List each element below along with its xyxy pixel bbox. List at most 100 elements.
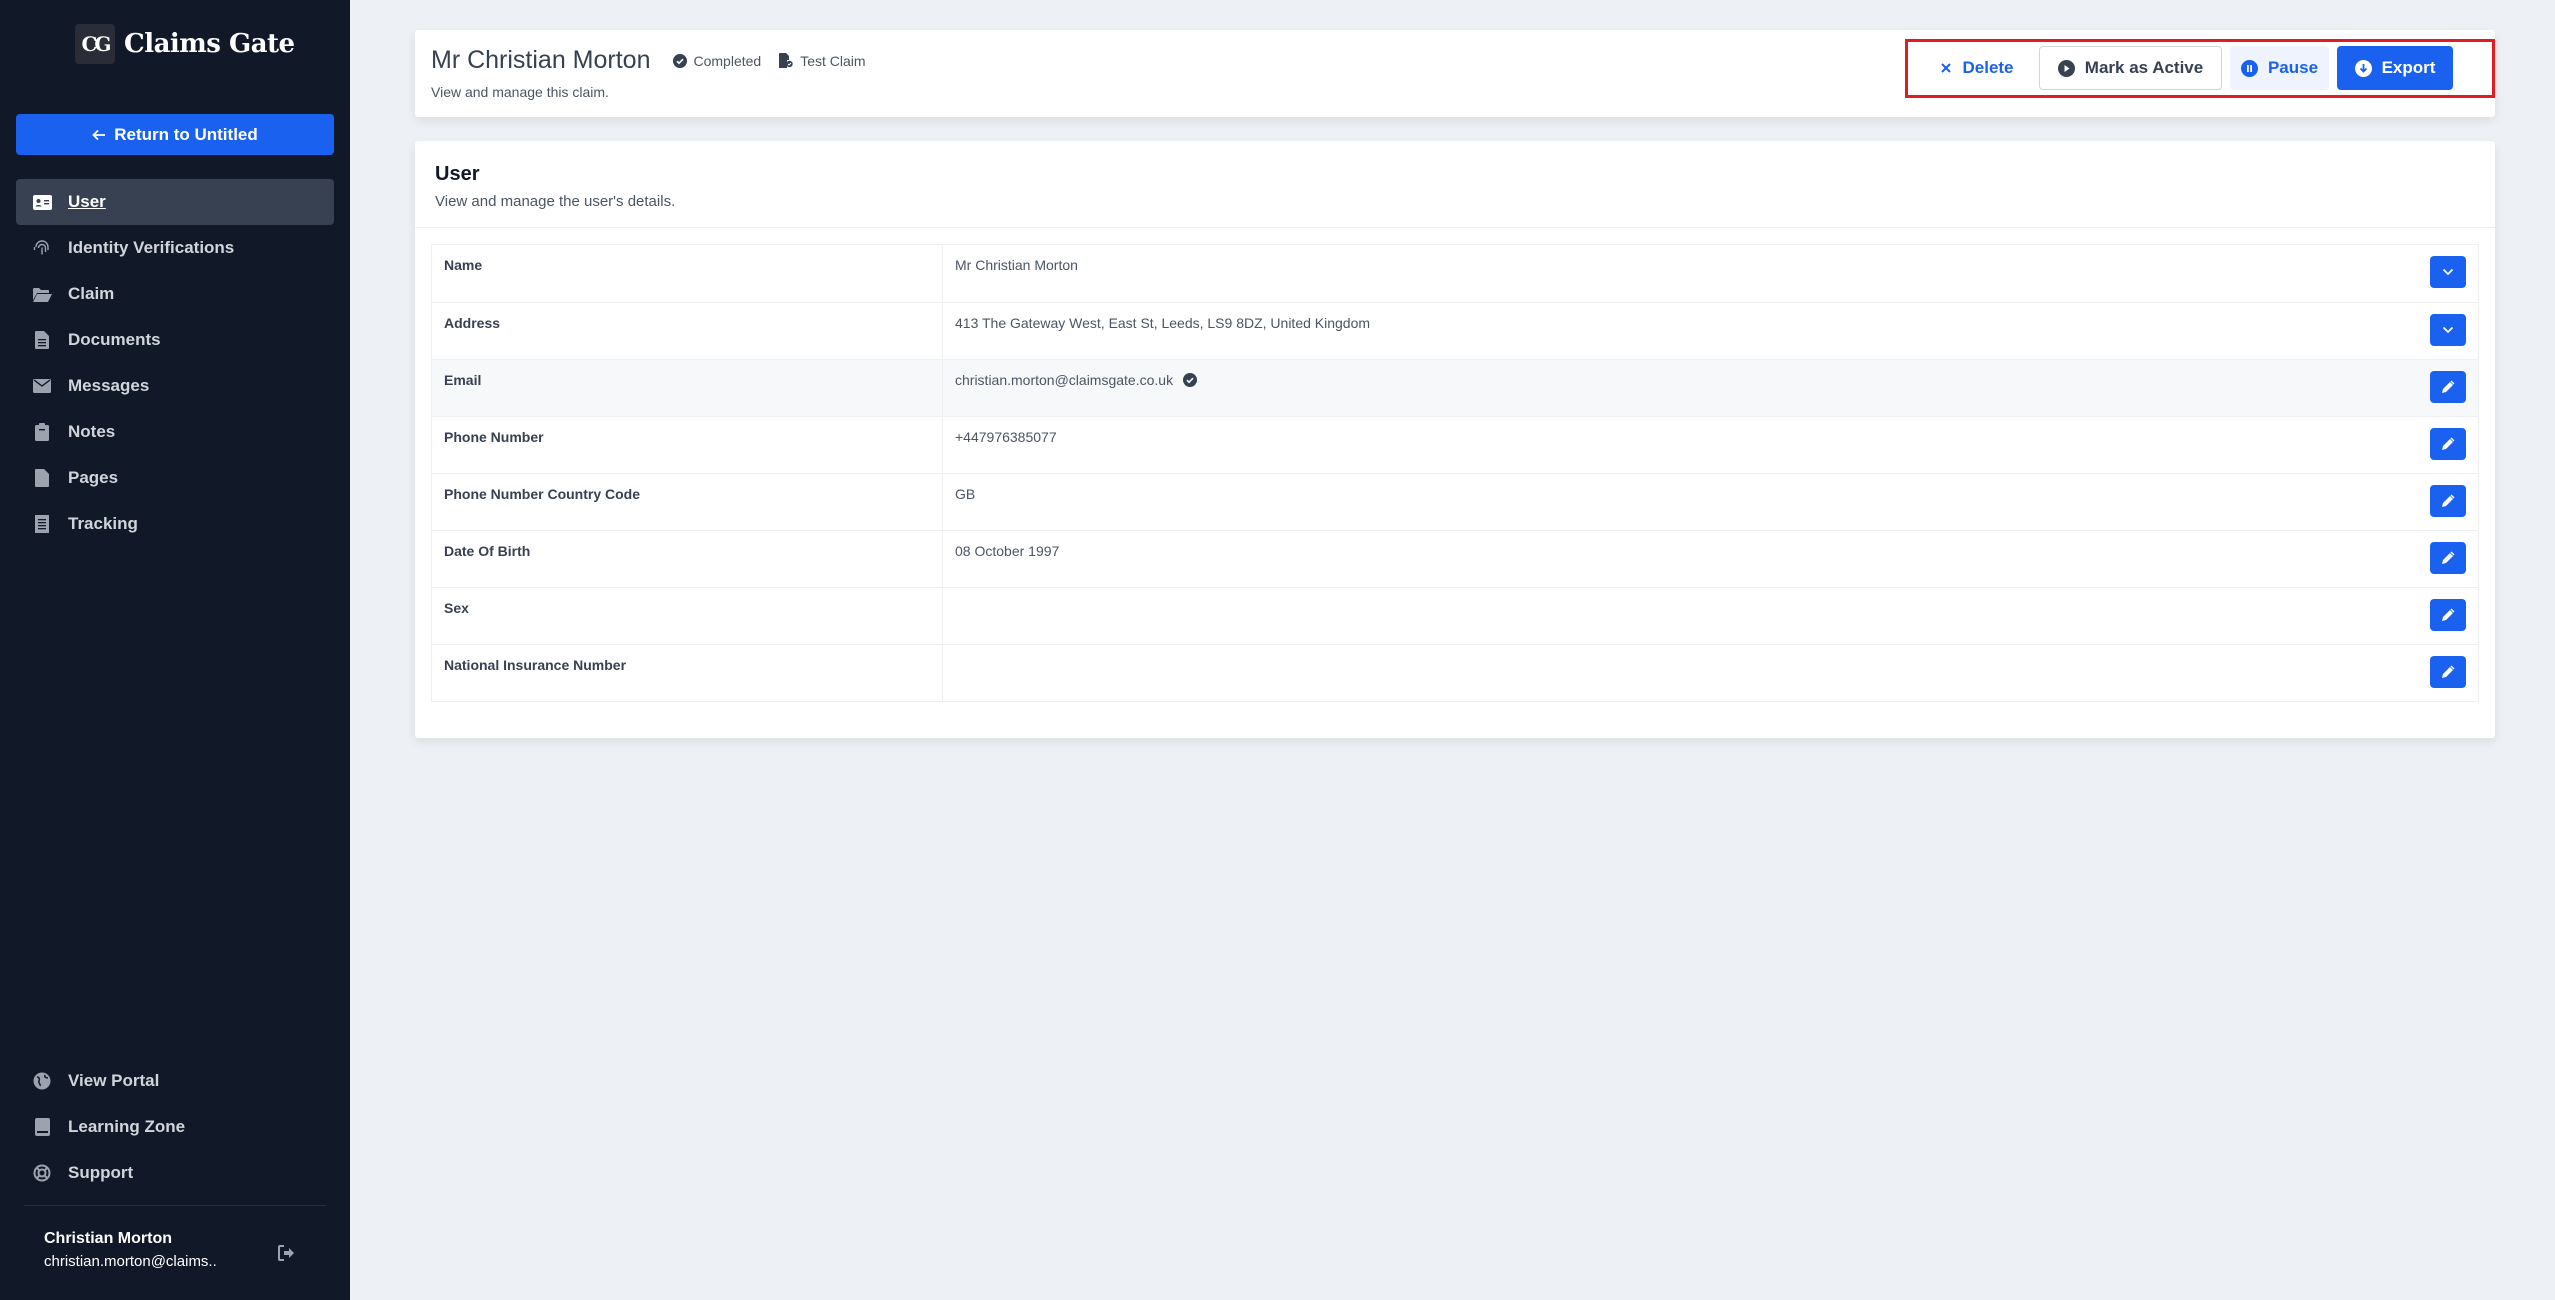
sidebar-item-identity-verifications[interactable]: Identity Verifications bbox=[16, 225, 334, 271]
pencil-icon bbox=[2442, 551, 2455, 564]
file-check-icon bbox=[779, 53, 793, 68]
row-value: 08 October 1997 bbox=[955, 543, 1060, 559]
sidebar-item-label: Support bbox=[68, 1163, 134, 1182]
section-title: User bbox=[435, 163, 480, 185]
edit-date-of-birth-button[interactable] bbox=[2430, 542, 2466, 574]
sidebar-item-label: Messages bbox=[68, 376, 150, 395]
row-value: Mr Christian Morton bbox=[955, 257, 1078, 273]
user-details-table: Name Mr Christian Morton Address 413 The… bbox=[431, 244, 2479, 702]
sidebar-item-label: Identity Verifications bbox=[68, 238, 235, 257]
claim-actions: Delete Mark as Active Pause Export bbox=[1905, 39, 2495, 98]
sidebar-bottom-nav: View Portal Learning Zone Support bbox=[16, 1058, 334, 1196]
row-label: Phone Number Country Code bbox=[432, 474, 943, 530]
arrow-left-icon bbox=[92, 129, 106, 140]
sidebar-item-tracking[interactable]: Tracking bbox=[16, 501, 334, 547]
table-row-phone-country-code: Phone Number Country Code GB bbox=[432, 473, 2478, 530]
download-circle-icon bbox=[2354, 59, 2372, 77]
mark-as-active-button[interactable]: Mark as Active bbox=[2039, 46, 2222, 90]
row-value-cell bbox=[943, 588, 2478, 644]
delete-button[interactable]: Delete bbox=[1922, 46, 2032, 90]
expand-address-button[interactable] bbox=[2430, 314, 2466, 346]
close-icon bbox=[1941, 63, 1952, 73]
pause-circle-icon bbox=[2240, 59, 2258, 77]
logout-button[interactable] bbox=[277, 1244, 295, 1262]
pencil-icon bbox=[2442, 437, 2455, 450]
sidebar-item-documents[interactable]: Documents bbox=[16, 317, 334, 363]
row-label: National Insurance Number bbox=[432, 645, 943, 701]
play-circle-icon bbox=[2057, 59, 2075, 77]
claim-type-badge: Test Claim bbox=[779, 52, 866, 69]
sidebar-item-label: User bbox=[68, 192, 106, 211]
row-value: GB bbox=[955, 486, 976, 502]
fingerprint-icon bbox=[32, 238, 52, 258]
row-label: Email bbox=[432, 360, 943, 416]
pause-label: Pause bbox=[2267, 58, 2319, 77]
pencil-icon bbox=[2442, 665, 2455, 678]
sign-out-icon bbox=[278, 1245, 294, 1261]
document-icon bbox=[32, 330, 52, 350]
row-value: christian.morton@claimsgate.co.uk bbox=[955, 372, 1174, 388]
row-value-cell: 413 The Gateway West, East St, Leeds, LS… bbox=[943, 303, 2478, 359]
edit-phone-country-code-button[interactable] bbox=[2430, 485, 2466, 517]
sidebar: CG Claims Gate Return to Untitled User I… bbox=[0, 0, 350, 1300]
sidebar-item-support[interactable]: Support bbox=[16, 1150, 334, 1196]
table-row-name: Name Mr Christian Morton bbox=[432, 245, 2478, 302]
pencil-icon bbox=[2442, 608, 2455, 621]
claim-title: Mr Christian Morton bbox=[431, 46, 651, 74]
edit-email-button[interactable] bbox=[2430, 371, 2466, 403]
edit-sex-button[interactable] bbox=[2430, 599, 2466, 631]
table-row-sex: Sex bbox=[432, 587, 2478, 644]
brand-name: Claims Gate bbox=[124, 29, 295, 59]
edit-national-insurance-number-button[interactable] bbox=[2430, 656, 2466, 688]
sidebar-divider bbox=[24, 1205, 326, 1206]
row-value: 413 The Gateway West, East St, Leeds, LS… bbox=[955, 315, 1371, 331]
sidebar-item-messages[interactable]: Messages bbox=[16, 363, 334, 409]
claim-type-text: Test Claim bbox=[800, 52, 866, 69]
sidebar-item-label: Documents bbox=[68, 330, 161, 349]
row-label: Name bbox=[432, 245, 943, 302]
row-value-cell: +447976385077 bbox=[943, 417, 2478, 473]
receipt-icon bbox=[32, 514, 52, 534]
status-text: Completed bbox=[693, 52, 762, 69]
brand[interactable]: CG Claims Gate bbox=[75, 24, 295, 64]
sidebar-item-pages[interactable]: Pages bbox=[16, 455, 334, 501]
divider bbox=[415, 227, 2495, 228]
verified-check-icon bbox=[1183, 373, 1198, 387]
book-icon bbox=[32, 1117, 52, 1137]
export-button[interactable]: Export bbox=[2337, 46, 2453, 90]
brand-logo: CG bbox=[75, 24, 115, 64]
delete-label: Delete bbox=[1962, 58, 2014, 77]
sidebar-item-user[interactable]: User bbox=[16, 179, 334, 225]
envelope-icon bbox=[32, 376, 52, 396]
return-button[interactable]: Return to Untitled bbox=[16, 114, 334, 155]
sidebar-item-learning-zone[interactable]: Learning Zone bbox=[16, 1104, 334, 1150]
user-details-card: User View and manage the user's details.… bbox=[415, 141, 2495, 738]
sidebar-item-label: Tracking bbox=[68, 514, 138, 533]
row-value: +447976385077 bbox=[955, 429, 1057, 445]
row-label: Address bbox=[432, 303, 943, 359]
row-value-cell: christian.morton@claimsgate.co.uk bbox=[943, 360, 2478, 416]
row-value-cell bbox=[943, 645, 2478, 701]
edit-phone-number-button[interactable] bbox=[2430, 428, 2466, 460]
claim-subtitle: View and manage this claim. bbox=[431, 84, 609, 100]
sidebar-item-label: Pages bbox=[68, 468, 119, 487]
sidebar-nav: User Identity Verifications Claim Docume… bbox=[16, 179, 334, 547]
sidebar-item-notes[interactable]: Notes bbox=[16, 409, 334, 455]
pause-button[interactable]: Pause bbox=[2230, 46, 2329, 90]
claim-header: Mr Christian Morton Completed Test Claim… bbox=[415, 30, 2495, 117]
sidebar-item-view-portal[interactable]: View Portal bbox=[16, 1058, 334, 1104]
id-card-icon bbox=[32, 192, 52, 212]
table-row-address: Address 413 The Gateway West, East St, L… bbox=[432, 302, 2478, 359]
section-subtitle: View and manage the user's details. bbox=[435, 193, 676, 210]
expand-name-button[interactable] bbox=[2430, 256, 2466, 288]
sidebar-item-label: Learning Zone bbox=[68, 1117, 186, 1136]
status-badge: Completed bbox=[672, 52, 762, 69]
sidebar-item-claim[interactable]: Claim bbox=[16, 271, 334, 317]
table-row-phone-number: Phone Number +447976385077 bbox=[432, 416, 2478, 473]
folder-open-icon bbox=[32, 284, 52, 304]
sidebar-item-label: Notes bbox=[68, 422, 116, 441]
pencil-icon bbox=[2442, 494, 2455, 507]
pencil-icon bbox=[2442, 380, 2455, 393]
return-button-label: Return to Untitled bbox=[114, 124, 258, 144]
row-value-cell: Mr Christian Morton bbox=[943, 245, 2478, 302]
